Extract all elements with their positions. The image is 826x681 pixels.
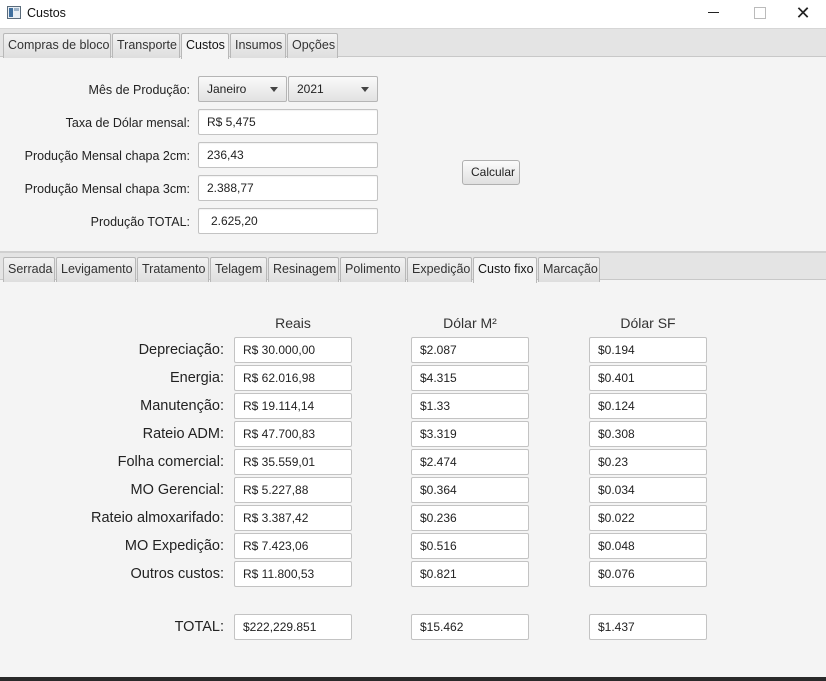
month-value: Janeiro — [207, 82, 247, 96]
month-label: Mês de Produção: — [88, 83, 190, 97]
total-dolar-sf-field[interactable]: $1.437 — [589, 614, 707, 640]
cell-dolar-m2[interactable]: $0.364 — [411, 477, 529, 503]
cell-dolar-m2[interactable]: $2.474 — [411, 449, 529, 475]
title-bar: Custos ✕ — [0, 0, 826, 28]
column-header-dolar-sf: Dólar SF — [620, 315, 676, 331]
cell-dolar-m2[interactable]: $0.821 — [411, 561, 529, 587]
production-3cm-label: Produção Mensal chapa 3cm: — [24, 182, 190, 196]
cell-dolar-m2[interactable]: $0.236 — [411, 505, 529, 531]
calculate-button[interactable]: Calcular — [462, 160, 520, 185]
row-label-folha-comercial: Folha comercial: — [117, 454, 224, 470]
production-total-label: Produção TOTAL: — [90, 215, 190, 229]
row-label-outros-custos: Outros custos: — [130, 566, 224, 582]
window-bottom-edge — [0, 677, 826, 681]
minimize-button[interactable] — [690, 0, 736, 28]
year-value: 2021 — [297, 82, 324, 96]
cell-dolar-m2[interactable]: $1.33 — [411, 393, 529, 419]
tab-telagem[interactable]: Telagem — [210, 257, 267, 282]
close-button[interactable]: ✕ — [780, 0, 826, 28]
cell-dolar-sf[interactable]: $0.124 — [589, 393, 707, 419]
tab-tratamento[interactable]: Tratamento — [137, 257, 209, 282]
tab-polimento[interactable]: Polimento — [340, 257, 406, 282]
row-label-depreciacao: Depreciação: — [138, 342, 224, 358]
production-2cm-field[interactable]: 236,43 — [198, 142, 378, 168]
total-reais-field[interactable]: $222,229.851 — [234, 614, 352, 640]
chevron-down-icon — [270, 87, 278, 92]
tab-insumos[interactable]: Insumos — [230, 33, 286, 58]
cell-reais[interactable]: R$ 47.700,83 — [234, 421, 352, 447]
row-label-energia: Energia: — [169, 370, 224, 386]
row-label-total: TOTAL: — [174, 619, 224, 635]
year-select[interactable]: 2021 — [288, 76, 378, 102]
tab-opcoes[interactable]: Opções — [287, 33, 338, 58]
month-select[interactable]: Janeiro — [198, 76, 287, 102]
row-label-rateio-adm: Rateio ADM: — [142, 426, 224, 442]
cell-reais[interactable]: R$ 30.000,00 — [234, 337, 352, 363]
row-label-mo-gerencial: MO Gerencial: — [130, 482, 224, 498]
tab-compras-de-bloco[interactable]: Compras de bloco — [3, 33, 111, 58]
total-dolar-m2-field[interactable]: $15.462 — [411, 614, 529, 640]
cell-dolar-m2[interactable]: $2.087 — [411, 337, 529, 363]
tab-custo-fixo[interactable]: Custo fixo — [473, 257, 537, 283]
dollar-rate-field[interactable]: R$ 5,475 — [198, 109, 378, 135]
cell-dolar-sf[interactable]: $0.308 — [589, 421, 707, 447]
cell-reais[interactable]: R$ 7.423,06 — [234, 533, 352, 559]
cell-dolar-m2[interactable]: $3.319 — [411, 421, 529, 447]
cell-dolar-m2[interactable]: $0.516 — [411, 533, 529, 559]
cell-dolar-m2[interactable]: $4.315 — [411, 365, 529, 391]
tab-levigamento[interactable]: Levigamento — [56, 257, 136, 282]
maximize-button[interactable] — [736, 0, 782, 28]
tab-serrada[interactable]: Serrada — [3, 257, 55, 282]
cell-dolar-sf[interactable]: $0.034 — [589, 477, 707, 503]
tab-resinagem[interactable]: Resinagem — [268, 257, 339, 282]
tab-marcacao[interactable]: Marcação — [538, 257, 600, 282]
column-header-dolar-m2: Dólar M² — [443, 315, 497, 331]
cell-dolar-sf[interactable]: $0.076 — [589, 561, 707, 587]
column-header-reais: Reais — [275, 315, 311, 331]
chevron-down-icon — [361, 87, 369, 92]
cell-reais[interactable]: R$ 11.800,53 — [234, 561, 352, 587]
row-label-mo-expedicao: MO Expedição: — [124, 538, 224, 554]
app-icon — [7, 6, 21, 19]
row-label-manutencao: Manutenção: — [140, 398, 224, 414]
tab-custos[interactable]: Custos — [181, 33, 229, 59]
cell-reais[interactable]: R$ 35.559,01 — [234, 449, 352, 475]
cell-reais[interactable]: R$ 5.227,88 — [234, 477, 352, 503]
tab-expedicao[interactable]: Expedição — [407, 257, 472, 282]
tab-transporte[interactable]: Transporte — [112, 33, 180, 58]
cell-dolar-sf[interactable]: $0.401 — [589, 365, 707, 391]
main-tab-bar: Compras de bloco Transporte Custos Insum… — [0, 28, 826, 59]
dollar-rate-label: Taxa de Dólar mensal: — [65, 116, 190, 130]
cell-dolar-sf[interactable]: $0.022 — [589, 505, 707, 531]
production-3cm-field[interactable]: 2.388,77 — [198, 175, 378, 201]
production-2cm-label: Produção Mensal chapa 2cm: — [24, 149, 190, 163]
row-label-rateio-almoxarifado: Rateio almoxarifado: — [91, 510, 224, 526]
window-title: Custos — [27, 6, 66, 20]
cell-dolar-sf[interactable]: $0.048 — [589, 533, 707, 559]
cell-reais[interactable]: R$ 62.016,98 — [234, 365, 352, 391]
production-total-field[interactable]: 2.625,20 — [198, 208, 378, 234]
cost-tab-bar: Serrada Levigamento Tratamento Telagem R… — [0, 251, 826, 283]
cell-reais[interactable]: R$ 19.114,14 — [234, 393, 352, 419]
cell-reais[interactable]: R$ 3.387,42 — [234, 505, 352, 531]
cell-dolar-sf[interactable]: $0.23 — [589, 449, 707, 475]
cell-dolar-sf[interactable]: $0.194 — [589, 337, 707, 363]
